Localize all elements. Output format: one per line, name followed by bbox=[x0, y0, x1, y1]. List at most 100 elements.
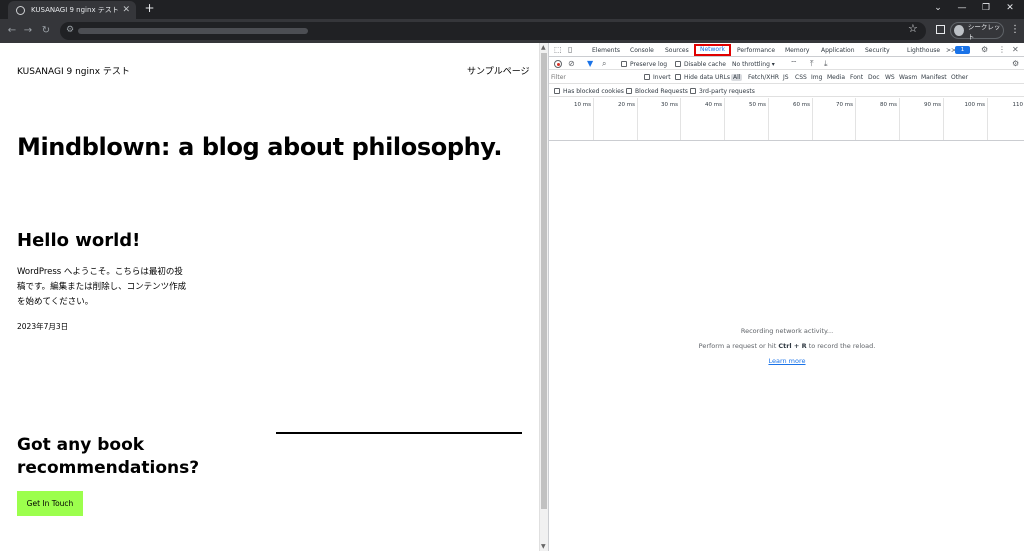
learn-more-row: Learn more bbox=[549, 357, 1024, 365]
timeline-tick: 90 ms bbox=[924, 102, 941, 108]
filter-other[interactable]: Other bbox=[951, 74, 968, 81]
timeline-tick: 100 ms bbox=[964, 102, 985, 108]
get-in-touch-button[interactable]: Get In Touch bbox=[17, 491, 83, 516]
device-toolbar-icon[interactable]: ▯ bbox=[568, 45, 572, 54]
web-page: KUSANAGI 9 nginx テスト サンプルページ Mindblown: … bbox=[0, 43, 539, 551]
record-icon[interactable] bbox=[554, 60, 562, 68]
tab-security[interactable]: Security bbox=[865, 47, 890, 54]
reload-hint: Perform a request or hit Ctrl + R to rec… bbox=[698, 342, 876, 350]
page-scrollbar[interactable]: ▲ ▼ bbox=[539, 43, 548, 551]
timeline-tick: 10 ms bbox=[574, 102, 591, 108]
close-window-icon[interactable]: ✕ bbox=[998, 0, 1022, 16]
scroll-down-icon[interactable]: ▼ bbox=[541, 543, 546, 550]
reload-shortcut: Ctrl + R bbox=[778, 342, 807, 350]
minimize-icon[interactable]: — bbox=[950, 0, 974, 16]
devtools-menu-icon[interactable]: ⋮ bbox=[998, 45, 1006, 54]
timeline-tick: 60 ms bbox=[793, 102, 810, 108]
import-har-icon[interactable]: ⤒ bbox=[810, 59, 814, 69]
search-icon[interactable]: ⌕ bbox=[602, 59, 606, 69]
third-party-requests-option[interactable]: 3rd-party requests bbox=[690, 88, 755, 95]
invert-option[interactable]: Invert bbox=[644, 74, 671, 81]
filter-ws[interactable]: WS bbox=[885, 74, 895, 81]
timeline-tick: 40 ms bbox=[705, 102, 722, 108]
section-divider bbox=[276, 432, 522, 434]
tab-application[interactable]: Application bbox=[821, 47, 855, 54]
post-date: 2023年7月3日 bbox=[17, 322, 69, 331]
recording-message: Recording network activity... bbox=[740, 327, 834, 335]
issues-badge[interactable]: 1 bbox=[955, 46, 970, 54]
close-devtools-icon[interactable]: ✕ bbox=[1012, 45, 1019, 54]
tab-title: KUSANAGI 9 nginx テスト bbox=[31, 6, 119, 14]
tab-sources[interactable]: Sources bbox=[665, 47, 689, 54]
network-settings-icon[interactable]: ⚙ bbox=[1012, 59, 1019, 68]
filter-manifest[interactable]: Manifest bbox=[921, 74, 947, 81]
maximize-icon[interactable]: ❐ bbox=[974, 0, 998, 16]
forward-icon[interactable]: → bbox=[20, 23, 36, 39]
tab-lighthouse[interactable]: Lighthouse bbox=[907, 47, 940, 54]
close-tab-icon[interactable]: ✕ bbox=[122, 5, 130, 15]
timeline-tick: 110 bbox=[1012, 102, 1024, 108]
post-excerpt: WordPress へようこそ。こちらは最初の投稿です。編集または削除し、コンテ… bbox=[17, 267, 187, 307]
throttling-select[interactable]: No throttling ▾ bbox=[732, 61, 775, 68]
back-icon[interactable]: ← bbox=[4, 23, 20, 39]
filter-media[interactable]: Media bbox=[827, 74, 845, 81]
browser-tab-bar: KUSANAGI 9 nginx テスト ✕ + ⌄ — ❐ ✕ bbox=[0, 0, 1024, 19]
side-panel-icon[interactable] bbox=[936, 25, 945, 34]
filter-js[interactable]: JS bbox=[783, 74, 789, 81]
scrollbar-thumb[interactable] bbox=[541, 53, 547, 509]
tab-memory[interactable]: Memory bbox=[785, 47, 809, 54]
reload-icon[interactable]: ↻ bbox=[38, 23, 54, 39]
browser-toolbar: ← → ↻ ⚙ ☆ シークレット ⋮ bbox=[0, 19, 1024, 43]
filter-wasm[interactable]: Wasm bbox=[899, 74, 917, 81]
settings-gear-icon[interactable]: ⚙ bbox=[981, 45, 988, 54]
tab-console[interactable]: Console bbox=[630, 47, 654, 54]
browser-tab[interactable]: KUSANAGI 9 nginx テスト ✕ bbox=[8, 1, 136, 19]
incognito-label: シークレット bbox=[967, 22, 1001, 41]
post-title[interactable]: Hello world! bbox=[17, 230, 140, 251]
timeline-tick: 70 ms bbox=[836, 102, 853, 108]
disable-cache-option[interactable]: Disable cache bbox=[675, 61, 726, 68]
filter-all[interactable]: All bbox=[731, 74, 743, 81]
filter-css[interactable]: CSS bbox=[795, 74, 807, 81]
devtools-tab-bar: ⬚ ▯ Elements Console Sources Network Per… bbox=[549, 43, 1024, 57]
browser-menu-icon[interactable]: ⋮ bbox=[1010, 24, 1020, 35]
blocked-requests-option[interactable]: Blocked Requests bbox=[626, 88, 688, 95]
has-blocked-cookies-option[interactable]: Has blocked cookies bbox=[554, 88, 624, 95]
network-timeline-overview[interactable]: 10 ms 20 ms 30 ms 40 ms 50 ms 60 ms 70 m… bbox=[549, 98, 1024, 141]
filter-img[interactable]: Img bbox=[811, 74, 822, 81]
network-toolbar: ⊘ ▼ ⌕ Preserve log Disable cache No thro… bbox=[549, 58, 1024, 70]
timeline-tick: 30 ms bbox=[661, 102, 678, 108]
preserve-log-option[interactable]: Preserve log bbox=[621, 61, 667, 68]
incognito-profile-button[interactable]: シークレット bbox=[950, 22, 1004, 41]
tab-network[interactable]: Network bbox=[694, 44, 731, 56]
blurred-url bbox=[78, 28, 308, 34]
cta-heading: Got any book recommendations? bbox=[17, 435, 200, 478]
devtools-panel: ⬚ ▯ Elements Console Sources Network Per… bbox=[548, 43, 1024, 551]
tab-search-icon[interactable]: ⌄ bbox=[926, 0, 950, 16]
filter-doc[interactable]: Doc bbox=[868, 74, 880, 81]
site-title[interactable]: KUSANAGI 9 nginx テスト bbox=[17, 64, 130, 77]
nav-link-sample-page[interactable]: サンプルページ bbox=[467, 64, 530, 77]
hide-data-urls-option[interactable]: Hide data URLs bbox=[675, 74, 730, 81]
export-har-icon[interactable]: ⤓ bbox=[824, 59, 828, 69]
clear-icon[interactable]: ⊘ bbox=[568, 59, 575, 68]
learn-more-link[interactable]: Learn more bbox=[768, 357, 805, 365]
network-conditions-icon[interactable]: ⌔ bbox=[790, 59, 798, 69]
filter-icon[interactable]: ▼ bbox=[587, 59, 593, 68]
scroll-up-icon[interactable]: ▲ bbox=[541, 44, 546, 51]
filter-input[interactable] bbox=[551, 73, 639, 82]
timeline-tick: 20 ms bbox=[618, 102, 635, 108]
extra-filter-row: Has blocked cookies Blocked Requests 3rd… bbox=[549, 85, 1024, 97]
tab-elements[interactable]: Elements bbox=[592, 47, 620, 54]
bookmark-star-icon[interactable]: ☆ bbox=[908, 22, 918, 35]
tab-performance[interactable]: Performance bbox=[737, 47, 775, 54]
inspect-element-icon[interactable]: ⬚ bbox=[554, 45, 562, 54]
address-bar[interactable]: ⚙ bbox=[60, 22, 926, 40]
site-info-icon[interactable]: ⚙ bbox=[66, 25, 74, 35]
timeline-tick: 50 ms bbox=[749, 102, 766, 108]
filter-font[interactable]: Font bbox=[850, 74, 863, 81]
incognito-avatar bbox=[954, 25, 964, 36]
new-tab-button[interactable]: + bbox=[143, 2, 156, 15]
filter-fetch-xhr[interactable]: Fetch/XHR bbox=[748, 74, 779, 81]
filter-row: Invert Hide data URLs All Fetch/XHR JS C… bbox=[549, 71, 1024, 84]
